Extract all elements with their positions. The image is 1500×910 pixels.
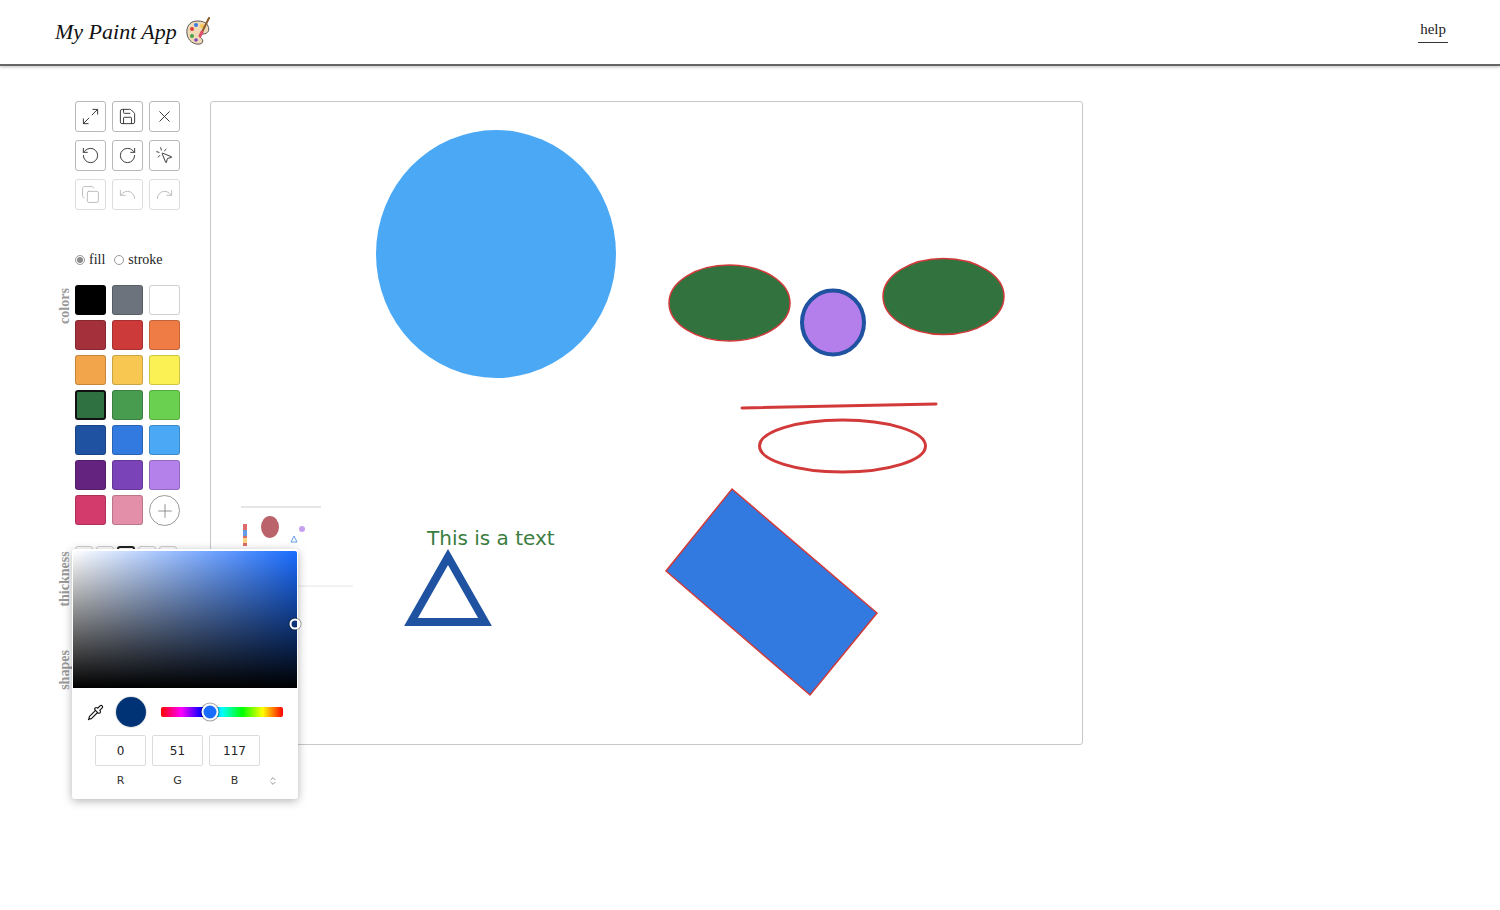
brand: My Paint App — [55, 17, 211, 47]
palette-icon — [185, 17, 211, 47]
save-button[interactable] — [112, 101, 143, 132]
close-icon — [155, 107, 174, 126]
paint-mode-radio[interactable]: stroke — [114, 252, 162, 268]
color-swatch[interactable] — [75, 495, 106, 525]
paint-mode-radio[interactable]: fill — [75, 252, 105, 268]
canvas-text[interactable]: This is a text — [427, 526, 555, 550]
color-swatch[interactable] — [75, 460, 106, 490]
expand-icon — [81, 107, 100, 126]
saturation-handle[interactable] — [289, 618, 300, 629]
tool-grid — [75, 101, 180, 210]
picker-controls — [73, 688, 297, 727]
floppy-disk-icon — [118, 107, 137, 126]
color-swatch[interactable] — [149, 320, 180, 350]
rectangle-shape[interactable] — [666, 489, 877, 695]
radio-mark[interactable] — [114, 255, 124, 265]
color-swatch[interactable] — [149, 460, 180, 490]
current-color — [116, 697, 146, 727]
colors-label: colors — [55, 285, 75, 327]
ellipse-shape[interactable] — [883, 259, 1004, 335]
color-swatch[interactable] — [112, 390, 143, 420]
eyedropper-icon — [87, 704, 104, 721]
select-button[interactable] — [149, 140, 180, 171]
color-swatch[interactable] — [75, 320, 106, 350]
color-swatch[interactable] — [149, 285, 180, 315]
color-swatch[interactable] — [149, 425, 180, 455]
up-down-icon — [268, 776, 278, 786]
color-swatch[interactable] — [112, 425, 143, 455]
copy-icon — [81, 185, 100, 204]
format-toggle[interactable] — [266, 776, 280, 786]
clear-button[interactable] — [149, 101, 180, 132]
color-swatch[interactable] — [75, 390, 106, 420]
channel-label: G — [152, 774, 203, 787]
channel-label: B — [209, 774, 260, 787]
saturation-area[interactable] — [73, 551, 297, 688]
triangle-shape[interactable] — [411, 557, 485, 622]
undo-icon — [81, 146, 100, 165]
fullscreen-button[interactable] — [75, 101, 106, 132]
pointer-icon — [155, 146, 174, 165]
color-swatch[interactable] — [112, 320, 143, 350]
paint-mode: fill stroke — [75, 252, 180, 268]
color-swatch[interactable] — [149, 390, 180, 420]
help-link[interactable]: help — [1418, 21, 1448, 43]
channel-input[interactable] — [152, 735, 203, 766]
color-swatch[interactable] — [75, 285, 106, 315]
channel-input[interactable] — [95, 735, 146, 766]
add-color-button[interactable] — [149, 495, 180, 526]
paint-app: My Paint Apphelpfillstrokecolorsthicknes… — [0, 0, 1500, 910]
rotate-left-button — [112, 179, 143, 210]
color-swatch[interactable] — [112, 355, 143, 385]
color-grid — [75, 285, 179, 526]
undo-button[interactable] — [75, 140, 106, 171]
color-swatch[interactable] — [112, 285, 143, 315]
shape-layer — [211, 102, 1082, 744]
channel-label: R — [95, 774, 146, 787]
circle-shape[interactable] — [802, 291, 864, 355]
ellipse-shape[interactable] — [669, 265, 790, 341]
color-swatch[interactable] — [75, 355, 106, 385]
app-header: My Paint App help — [0, 0, 1500, 66]
redo-button[interactable] — [112, 140, 143, 171]
color-swatch[interactable] — [75, 425, 106, 455]
eyedropper-button[interactable] — [86, 703, 104, 721]
radio-mark[interactable] — [75, 255, 85, 265]
color-swatch[interactable] — [112, 495, 143, 525]
drawing-canvas[interactable]: This is a text — [210, 101, 1083, 745]
redo-icon — [118, 146, 137, 165]
circle-shape[interactable] — [376, 130, 616, 378]
rotate-right-icon — [155, 185, 174, 204]
line-shape[interactable] — [742, 404, 936, 408]
channel-input[interactable] — [209, 735, 260, 766]
color-swatch[interactable] — [149, 355, 180, 385]
app-title: My Paint App — [55, 19, 177, 45]
hue-slider[interactable] — [161, 707, 283, 717]
rgb-fields: RGB — [73, 727, 297, 787]
ellipse-shape[interactable] — [760, 420, 926, 472]
color-picker: RGB — [72, 549, 298, 799]
rotate-right-button — [149, 179, 180, 210]
rotate-left-icon — [118, 185, 137, 204]
duplicate-button — [75, 179, 106, 210]
color-swatch[interactable] — [112, 460, 143, 490]
plus-icon — [154, 500, 176, 522]
hue-thumb[interactable] — [201, 704, 218, 721]
colors-section: colors — [55, 285, 180, 526]
workspace: fillstrokecolorsthicknessshapesThis is a… — [0, 66, 1500, 745]
